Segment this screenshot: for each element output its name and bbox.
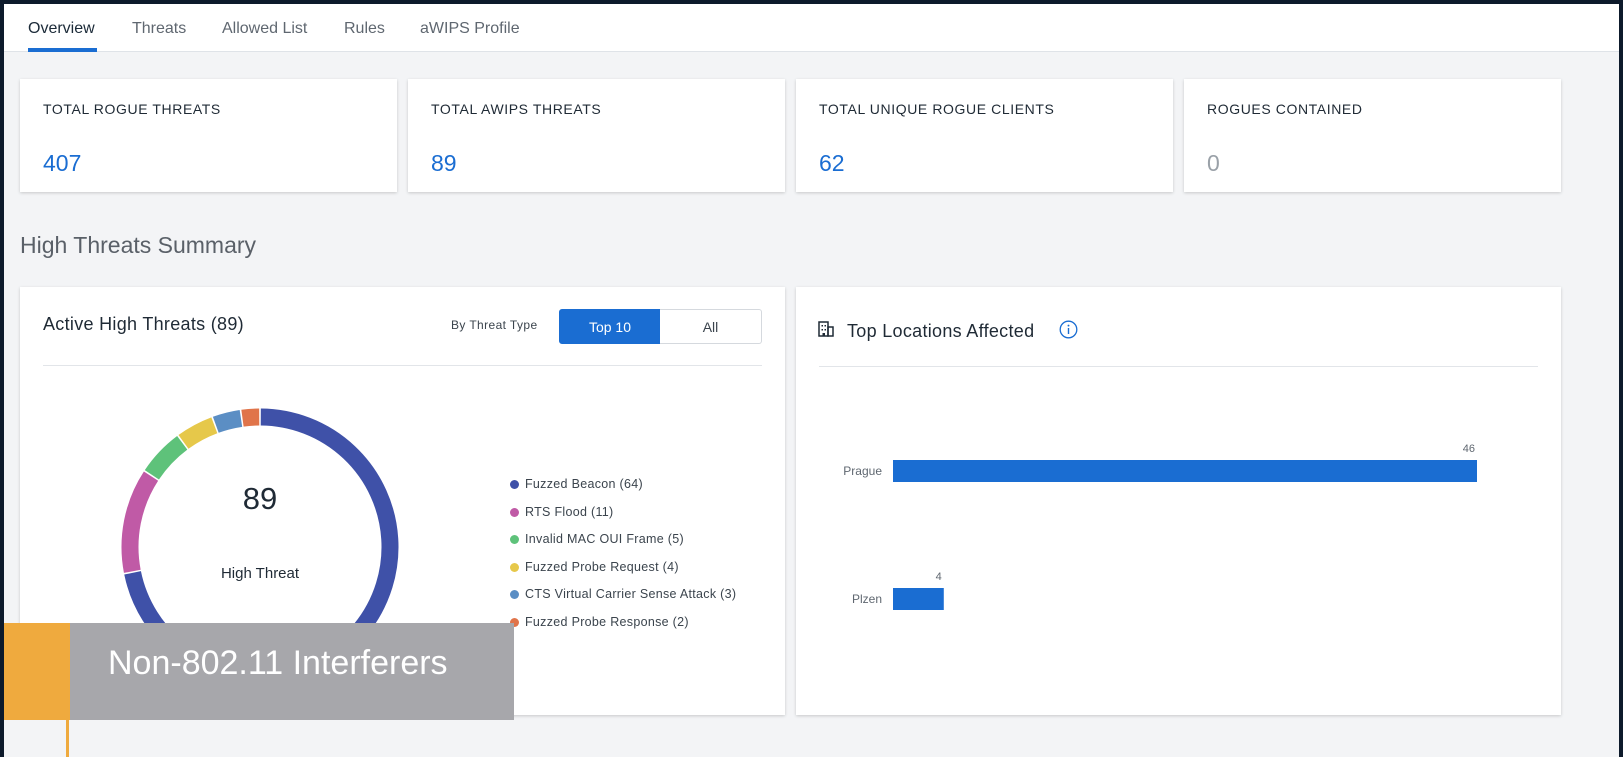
legend-label: Invalid MAC OUI Frame (5) <box>525 532 684 546</box>
donut-slice-fuzzed-probe-response[interactable] <box>241 408 260 427</box>
kpi-card-rogues-contained[interactable]: ROGUES CONTAINED 0 <box>1184 79 1561 192</box>
by-threat-type-label: By Threat Type <box>451 318 538 332</box>
kpi-value: 62 <box>819 150 845 176</box>
legend-item-cts-virtual-carrier[interactable]: CTS Virtual Carrier Sense Attack (3) <box>510 587 736 601</box>
kpi-title: TOTAL AWIPS THREATS <box>431 101 602 117</box>
donut-slice-rts-flood[interactable] <box>121 471 159 573</box>
kpi-value: 89 <box>431 150 457 176</box>
legend-dot <box>510 563 519 572</box>
legend-dot <box>510 508 519 517</box>
all-toggle-button[interactable]: All <box>660 309 762 344</box>
bar-value-label: 46 <box>1463 443 1475 455</box>
top-locations-panel: Top Locations Affected Prague 46 Plzen 4 <box>796 287 1561 715</box>
bar-value-label: 4 <box>936 571 942 583</box>
kpi-card-unique-rogue-clients[interactable]: TOTAL UNIQUE ROGUE CLIENTS 62 <box>796 79 1173 192</box>
legend-label: Fuzzed Probe Response (2) <box>525 615 689 629</box>
legend-item-invalid-mac-oui[interactable]: Invalid MAC OUI Frame (5) <box>510 532 684 546</box>
section-title: High Threats Summary <box>20 232 257 258</box>
legend-label: CTS Virtual Carrier Sense Attack (3) <box>525 587 737 601</box>
bar-category-label: Prague <box>843 464 882 478</box>
legend-dot <box>510 480 519 489</box>
legend-dot <box>510 590 519 599</box>
kpi-title: TOTAL ROGUE THREATS <box>43 101 221 117</box>
top-locations-bar-chart: Prague 46 Plzen 4 <box>843 443 1477 610</box>
donut-center-label: High Threat <box>221 565 300 582</box>
kpi-card-total-awips-threats[interactable]: TOTAL AWIPS THREATS 89 <box>408 79 785 192</box>
legend-item-fuzzed-probe-request[interactable]: Fuzzed Probe Request (4) <box>510 560 679 574</box>
panel-title: Top Locations Affected <box>847 321 1035 341</box>
tab-allowed-list[interactable]: Allowed List <box>222 20 307 38</box>
bar-plzen[interactable] <box>893 588 944 610</box>
kpi-card-total-rogue-threats[interactable]: TOTAL ROGUE THREATS 407 <box>20 79 397 192</box>
bar-category-label: Plzen <box>852 592 882 606</box>
donut-slice-cts-virtual-carrier-sense-attack[interactable] <box>212 409 243 433</box>
caption-accent <box>4 623 70 720</box>
legend-label: RTS Flood (11) <box>525 505 614 519</box>
kpi-title: TOTAL UNIQUE ROGUE CLIENTS <box>819 101 1055 117</box>
tab-awips-profile[interactable]: aWIPS Profile <box>420 20 520 38</box>
info-icon[interactable] <box>1059 320 1078 339</box>
caption-text: Non-802.11 Interferers <box>108 644 448 682</box>
legend-item-fuzzed-probe-response[interactable]: Fuzzed Probe Response (2) <box>510 615 689 629</box>
legend-label: Fuzzed Beacon (64) <box>525 477 643 491</box>
panel-divider <box>819 366 1538 367</box>
panel-title: Active High Threats (89) <box>43 314 244 334</box>
caption-accent-line <box>66 720 69 757</box>
legend-item-rts-flood[interactable]: RTS Flood (11) <box>510 505 614 519</box>
donut-center-value: 89 <box>243 481 277 516</box>
building-icon <box>818 321 834 337</box>
panel-divider <box>43 365 762 366</box>
tab-overview[interactable]: Overview <box>28 20 95 38</box>
legend-dot <box>510 535 519 544</box>
tab-bar: Overview Threats Allowed List Rules aWIP… <box>4 4 1619 52</box>
legend-label: Fuzzed Probe Request (4) <box>525 560 679 574</box>
tab-rules[interactable]: Rules <box>344 20 385 38</box>
kpi-value: 407 <box>43 150 82 176</box>
kpi-value: 0 <box>1207 150 1220 176</box>
app-window: Overview Threats Allowed List Rules aWIP… <box>4 4 1619 757</box>
kpi-title: ROGUES CONTAINED <box>1207 101 1363 117</box>
donut-slice-invalid-mac-oui-frame[interactable] <box>144 436 188 480</box>
top10-toggle-button[interactable]: Top 10 <box>559 309 661 344</box>
active-tab-indicator <box>28 48 97 52</box>
bar-prague[interactable] <box>893 460 1477 482</box>
donut-slice-fuzzed-probe-request[interactable] <box>178 417 218 449</box>
tab-threats[interactable]: Threats <box>132 20 186 38</box>
legend-item-fuzzed-beacon[interactable]: Fuzzed Beacon (64) <box>510 477 643 491</box>
